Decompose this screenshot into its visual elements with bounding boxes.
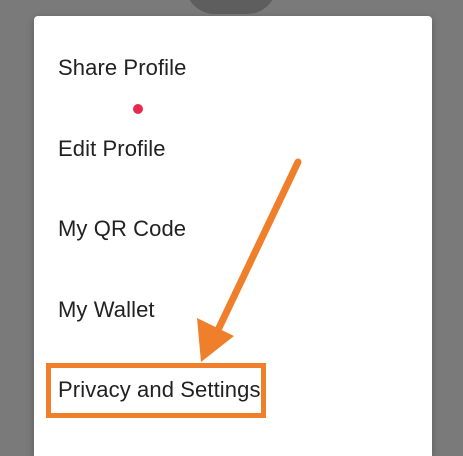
backdrop-header	[185, 0, 277, 14]
menu-item-edit-profile[interactable]: Edit Profile	[34, 118, 432, 180]
menu-item-label: My QR Code	[58, 216, 187, 241]
menu-item-my-wallet[interactable]: My Wallet	[34, 279, 432, 341]
menu-item-label: My Wallet	[58, 297, 155, 322]
annotation-highlight-box	[46, 363, 266, 418]
notification-dot	[133, 104, 143, 114]
menu-item-label: Edit Profile	[58, 136, 166, 161]
menu-item-share-profile[interactable]: Share Profile	[34, 37, 432, 99]
menu-item-my-qr-code[interactable]: My QR Code	[34, 198, 432, 260]
menu-item-label: Share Profile	[58, 55, 187, 80]
